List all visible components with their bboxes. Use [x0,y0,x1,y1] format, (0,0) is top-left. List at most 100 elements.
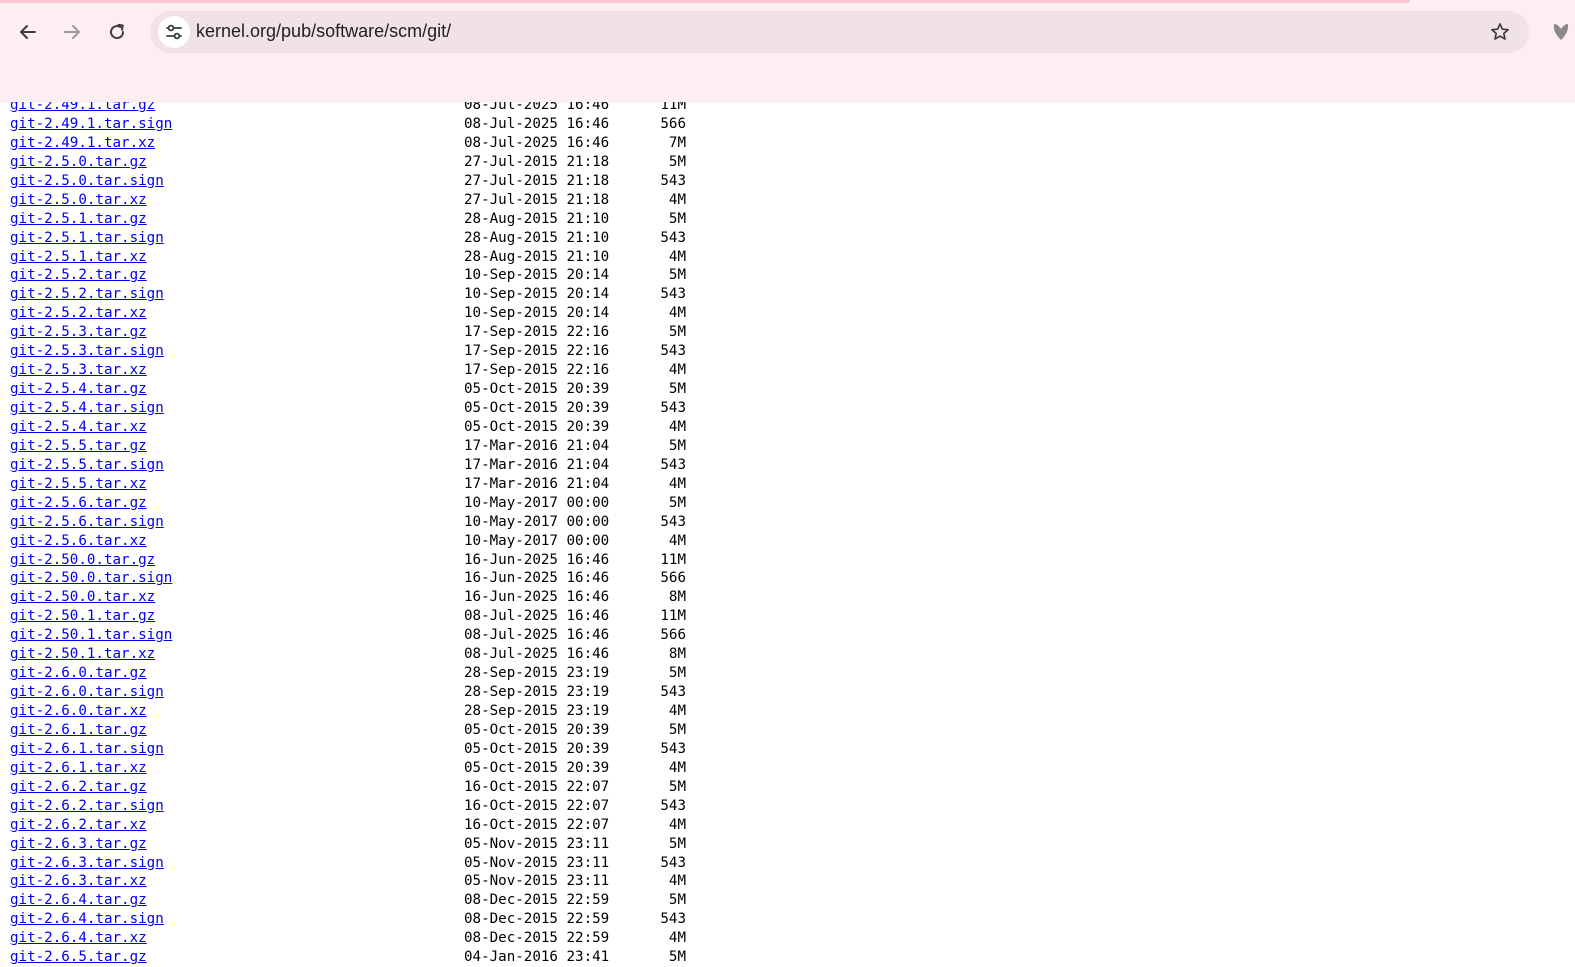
url-text[interactable]: kernel.org/pub/software/scm/git/ [196,21,451,42]
file-name-cell: git-2.50.0.tar.sign [10,569,464,588]
file-link[interactable]: git-2.50.0.tar.gz [10,552,155,568]
file-link[interactable]: git-2.5.2.tar.xz [10,305,147,321]
forward-button[interactable] [54,14,90,50]
file-link[interactable]: git-2.5.0.tar.xz [10,192,147,208]
file-name-cell: git-2.5.0.tar.xz [10,191,464,210]
site-info-button[interactable] [158,16,190,48]
file-link[interactable]: git-2.5.3.tar.gz [10,324,147,340]
list-item: git-2.50.0.tar.xz 16-Jun-2025 16:46 8M [10,588,686,607]
file-name-cell: git-2.5.0.tar.gz [10,153,464,172]
list-item: git-2.5.1.tar.gz 28-Aug-2015 21:10 5M [10,210,686,229]
list-item: git-2.6.2.tar.sign 16-Oct-2015 22:07 543 [10,797,686,816]
file-link[interactable]: git-2.5.5.tar.xz [10,476,147,492]
file-link[interactable]: git-2.5.5.tar.sign [10,457,164,473]
file-date: 27-Jul-2015 21:18 [464,172,610,189]
file-link[interactable]: git-2.6.3.tar.gz [10,836,147,852]
file-date: 05-Nov-2015 23:11 [464,835,610,852]
file-link[interactable]: git-2.6.4.tar.xz [10,930,147,946]
list-item: git-2.5.1.tar.sign 28-Aug-2015 21:10 543 [10,229,686,248]
file-size: 543 [660,400,686,416]
file-link[interactable]: git-2.6.4.tar.sign [10,911,164,927]
file-link[interactable]: git-2.5.0.tar.sign [10,173,164,189]
file-name-cell: git-2.5.6.tar.xz [10,532,464,551]
reload-button[interactable] [99,14,135,50]
file-link[interactable]: git-2.50.1.tar.xz [10,646,155,662]
file-link[interactable]: git-2.6.1.tar.gz [10,722,147,738]
file-link[interactable]: git-2.5.1.tar.gz [10,211,147,227]
file-link[interactable]: git-2.5.4.tar.sign [10,400,164,416]
list-item: git-2.6.3.tar.sign 05-Nov-2015 23:11 543 [10,854,686,873]
list-item: git-2.6.1.tar.gz 05-Oct-2015 20:39 5M [10,721,686,740]
file-date: 05-Oct-2015 20:39 [464,740,610,757]
file-link[interactable]: git-2.6.1.tar.sign [10,741,164,757]
file-size: 543 [660,456,686,473]
list-item: git-2.50.1.tar.xz 08-Jul-2025 16:46 8M [10,645,686,664]
file-link[interactable]: git-2.5.6.tar.xz [10,533,147,549]
file-listing: git-2.49.1.tar.gz 08-Jul-2025 16:46 11M git… [10,96,686,967]
file-link[interactable]: git-2.50.0.tar.xz [10,589,155,605]
file-link[interactable]: git-2.6.3.tar.xz [10,873,147,889]
file-link[interactable]: git-2.6.5.tar.gz [10,949,147,965]
list-item: git-2.5.4.tar.xz 05-Oct-2015 20:39 4M [10,418,686,437]
file-name-cell: git-2.5.4.tar.sign [10,399,464,418]
file-link[interactable]: git-2.5.1.tar.xz [10,249,147,265]
file-name-cell: git-2.5.5.tar.sign [10,456,464,475]
file-date: 08-Jul-2025 16:46 [464,134,610,151]
file-link[interactable]: git-2.6.2.tar.xz [10,817,147,833]
file-link[interactable]: git-2.5.4.tar.gz [10,381,147,397]
file-link[interactable]: git-2.50.1.tar.sign [10,627,172,643]
file-link[interactable]: git-2.50.0.tar.sign [10,570,172,586]
list-item: git-2.50.0.tar.gz 16-Jun-2025 16:46 11M [10,551,686,570]
file-link[interactable]: git-2.5.6.tar.sign [10,514,164,530]
file-link[interactable]: git-2.5.0.tar.gz [10,154,147,170]
file-link[interactable]: git-2.6.2.tar.sign [10,798,164,814]
list-item: git-2.6.2.tar.gz 16-Oct-2015 22:07 5M [10,778,686,797]
file-size: 4M [668,930,686,947]
file-link[interactable]: git-2.6.0.tar.gz [10,665,147,681]
file-size: 5M [668,721,686,738]
file-link[interactable]: git-2.6.3.tar.sign [10,855,164,871]
address-bar[interactable]: kernel.org/pub/software/scm/git/ [150,11,1529,53]
file-size: 543 [660,172,686,189]
file-name-cell: git-2.6.2.tar.sign [10,797,464,816]
list-item: git-2.50.0.tar.sign 16-Jun-2025 16:46 566 [10,569,686,588]
file-link[interactable]: git-2.5.2.tar.gz [10,267,147,283]
bookmark-button[interactable] [1485,17,1515,47]
file-date: 28-Sep-2015 23:19 [464,703,610,719]
file-link[interactable]: git-2.5.5.tar.gz [10,438,147,454]
file-link[interactable]: git-2.5.3.tar.sign [10,343,164,359]
file-link[interactable]: git-2.6.0.tar.xz [10,703,147,719]
file-date: 08-Jul-2025 16:46 [464,627,610,644]
file-date: 10-May-2017 00:00 [464,513,610,530]
list-item: git-2.6.1.tar.sign 05-Oct-2015 20:39 543 [10,740,686,759]
file-date: 16-Oct-2015 22:07 [464,778,610,795]
file-link[interactable]: git-2.5.3.tar.xz [10,362,147,378]
file-size: 566 [660,115,686,132]
list-item: git-2.5.6.tar.sign 10-May-2017 00:00 543 [10,513,686,532]
file-link[interactable]: git-2.6.4.tar.gz [10,892,147,908]
list-item: git-2.5.0.tar.xz 27-Jul-2015 21:18 4M [10,191,686,210]
file-link[interactable]: git-2.50.1.tar.gz [10,608,155,624]
file-link[interactable]: git-2.49.1.tar.xz [10,135,155,151]
list-item: git-2.50.1.tar.sign 08-Jul-2025 16:46 566 [10,626,686,645]
heart-icon[interactable] [1552,22,1570,42]
file-link[interactable]: git-2.5.2.tar.sign [10,286,164,302]
back-button[interactable] [10,14,46,50]
file-link[interactable]: git-2.5.1.tar.sign [10,230,164,246]
file-name-cell: git-2.5.4.tar.gz [10,380,464,399]
file-date: 05-Nov-2015 23:11 [464,873,610,890]
file-size: 4M [668,759,686,776]
file-link[interactable]: git-2.5.4.tar.xz [10,419,147,435]
list-item: git-2.6.0.tar.gz 28-Sep-2015 23:19 5M [10,664,686,683]
file-date: 10-Sep-2015 20:14 [464,305,610,322]
file-link[interactable]: git-2.5.6.tar.gz [10,495,147,511]
list-item: git-2.6.4.tar.xz 08-Dec-2015 22:59 4M [10,929,686,948]
file-size: 7M [668,134,686,151]
file-link[interactable]: git-2.49.1.tar.sign [10,116,172,132]
file-link[interactable]: git-2.6.0.tar.sign [10,684,164,700]
file-name-cell: git-2.50.0.tar.xz [10,588,464,607]
file-name-cell: git-2.6.4.tar.gz [10,891,464,910]
file-link[interactable]: git-2.6.1.tar.xz [10,760,147,776]
file-size: 5M [668,949,686,966]
file-link[interactable]: git-2.6.2.tar.gz [10,779,147,795]
